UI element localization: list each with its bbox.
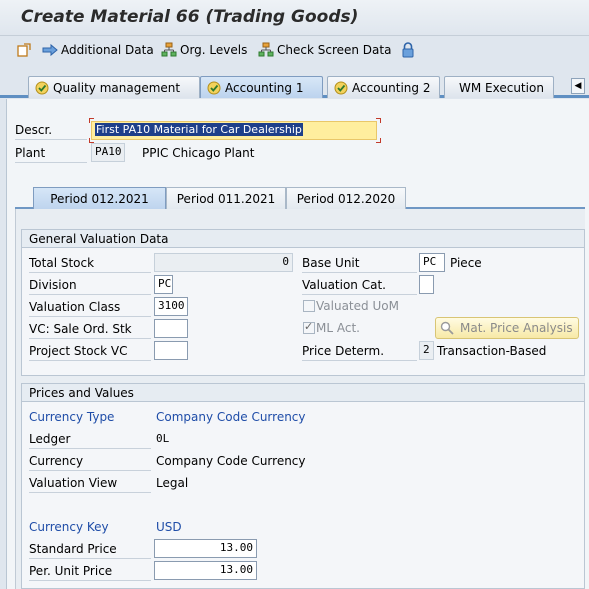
chevron-left-icon: ◀ [574, 81, 582, 91]
application-toolbar: Additional Data Org. Levels Check Screen… [0, 36, 589, 64]
tab-label: WM Execution [459, 80, 544, 95]
tab-scroll-left-button[interactable]: ◀ [571, 78, 585, 94]
base-unit-label: Base Unit [302, 256, 417, 273]
tab-label: Quality management [53, 80, 181, 95]
group-title: Prices and Values [22, 384, 584, 402]
tab-accounting-1[interactable]: Accounting 1 [200, 76, 323, 98]
group-title: General Valuation Data [22, 230, 584, 248]
tab-label: Accounting 2 [352, 80, 431, 95]
check-screen-data-button[interactable]: Check Screen Data [258, 41, 391, 59]
total-stock-field: 0 [154, 253, 293, 272]
tab-period-011-2021[interactable]: Period 011.2021 [166, 187, 286, 209]
ml-act-checkbox[interactable] [303, 320, 315, 334]
valuated-uom-label: Valuated UoM [316, 299, 399, 313]
subtab-label: Period 012.2020 [296, 191, 396, 206]
total-stock-label: Total Stock [29, 256, 151, 273]
standard-price-label: Standard Price [29, 542, 151, 559]
currency-value: Company Code Currency [156, 454, 306, 468]
org-levels-label: Org. Levels [180, 43, 248, 57]
vc-sale-ord-field[interactable] [154, 319, 188, 338]
hierarchy-check-icon [258, 42, 274, 57]
project-stock-field[interactable] [154, 341, 188, 360]
plant-name: PPIC Chicago Plant [142, 146, 255, 160]
tab-quality-management[interactable]: Quality management [28, 76, 200, 98]
per-unit-price-label: Per. Unit Price [29, 564, 151, 581]
division-label: Division [29, 278, 151, 295]
standard-price-field[interactable]: 13.00 [154, 539, 257, 558]
check-circle-icon [35, 81, 49, 94]
ledger-label: Ledger [29, 432, 151, 449]
document-switch-icon [17, 43, 31, 57]
subtab-label: Period 012.2021 [50, 191, 149, 206]
arrow-right-icon [42, 43, 58, 57]
plant-code-field: PA10 [91, 143, 125, 162]
ledger-value: 0L [156, 432, 170, 445]
price-determ-label: Price Determ. [302, 344, 417, 361]
ml-act-label: ML Act. [316, 321, 360, 335]
valuation-view-value: Legal [156, 476, 189, 490]
org-levels-button[interactable]: Org. Levels [161, 41, 247, 59]
mat-price-analysis-label: Mat. Price Analysis [460, 321, 573, 335]
base-unit-text: Piece [450, 256, 482, 270]
currency-type-label: Currency Type [29, 410, 115, 424]
valuation-class-field[interactable]: 3100 [154, 297, 188, 316]
descr-field-wrapper: First PA10 Material for Car Dealership [88, 117, 381, 143]
focus-corners [89, 118, 381, 143]
valuated-uom-checkbox[interactable] [303, 300, 315, 312]
subtab-label: Period 011.2021 [176, 191, 276, 206]
price-determ-field: 2 [419, 341, 434, 360]
per-unit-price-field[interactable]: 13.00 [154, 561, 257, 580]
vc-sale-ord-label: VC: Sale Ord. Stk [29, 322, 151, 339]
org-hierarchy-icon [161, 42, 177, 57]
currency-type-value: Company Code Currency [156, 410, 306, 424]
check-circle-icon [207, 81, 221, 94]
switch-view-button[interactable] [16, 41, 35, 59]
plant-label: Plant [15, 146, 87, 163]
tab-wm-execution[interactable]: WM Execution [444, 76, 554, 98]
base-unit-field[interactable]: PC [419, 253, 445, 272]
magnifier-icon [440, 321, 454, 335]
valuation-cat-field[interactable] [419, 275, 434, 294]
additional-data-label: Additional Data [61, 43, 154, 57]
currency-label: Currency [29, 454, 151, 471]
valuation-view-label: Valuation View [29, 476, 151, 493]
tab-accounting-2[interactable]: Accounting 2 [327, 76, 440, 98]
check-screen-data-label: Check Screen Data [277, 43, 392, 57]
lock-button[interactable] [401, 41, 418, 59]
tab-period-012-2021[interactable]: Period 012.2021 [33, 187, 166, 209]
additional-data-button[interactable]: Additional Data [42, 41, 154, 59]
descr-label: Descr. [15, 123, 87, 140]
window-title: Create Material 66 (Trading Goods) [21, 7, 359, 27]
valuation-cat-label: Valuation Cat. [302, 278, 417, 295]
valuation-class-label: Valuation Class [29, 300, 151, 317]
project-stock-label: Project Stock VC [29, 344, 151, 361]
period-tab-strip: Period 012.2021 Period 011.2021 Period 0… [15, 187, 585, 209]
check-circle-icon [334, 81, 348, 94]
mat-price-analysis-button[interactable]: Mat. Price Analysis [435, 317, 579, 339]
tab-label: Accounting 1 [225, 80, 304, 95]
currency-key-value: USD [156, 520, 182, 534]
lock-icon [402, 42, 414, 58]
division-field[interactable]: PC [154, 275, 173, 294]
currency-key-label: Currency Key [29, 520, 109, 534]
main-tab-strip: Quality management Accounting 1 Accounti… [0, 74, 589, 98]
title-bar: Create Material 66 (Trading Goods) [0, 0, 589, 36]
price-determ-text: Transaction-Based [437, 344, 547, 358]
tab-period-012-2020[interactable]: Period 012.2020 [286, 187, 406, 209]
